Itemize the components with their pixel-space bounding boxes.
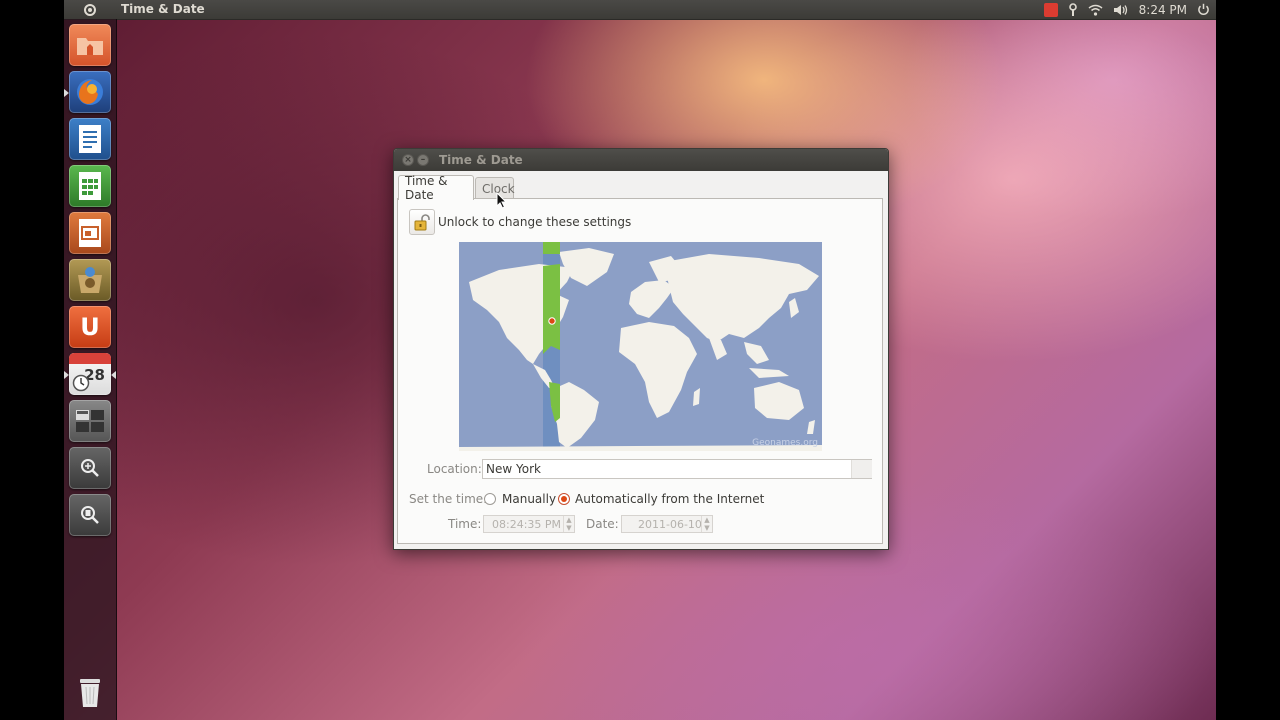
close-window-button[interactable]: ×: [402, 154, 414, 166]
time-spinner[interactable]: 08:24:35 PM ▲ ▼: [483, 515, 575, 533]
location-label: Location:: [427, 462, 482, 476]
unlock-button[interactable]: [409, 209, 435, 235]
tab-clock[interactable]: Clock: [475, 177, 515, 199]
window-title: Time & Date: [439, 153, 523, 167]
window-titlebar[interactable]: × – Time & Date: [394, 149, 888, 171]
time-value: 08:24:35 PM: [492, 518, 562, 531]
map-credit: Geonames.org: [752, 438, 818, 448]
tab-time-and-date[interactable]: Time & Date: [398, 174, 474, 202]
lock-icon: [414, 213, 430, 230]
volume-icon[interactable]: [1113, 4, 1129, 16]
ubuntu-logo-icon: [84, 3, 96, 16]
home-folder-icon[interactable]: [69, 24, 111, 66]
manually-radio[interactable]: [484, 493, 496, 505]
mouse-cursor-icon: [496, 192, 507, 209]
indicator-area: 8:24 PM: [1043, 0, 1210, 19]
location-field[interactable]: New York: [482, 459, 872, 479]
set-time-label: Set the time:: [409, 492, 488, 506]
ubuntu-one-icon[interactable]: U: [69, 306, 111, 348]
unlock-label: Unlock to change these settings: [438, 215, 632, 229]
date-spinner[interactable]: 2011-06-10 ▲ ▼: [621, 515, 713, 533]
desktop: Time & Date 8:24 PM U 28 × – Time & Date…: [64, 0, 1216, 720]
libreoffice-impress-icon[interactable]: [69, 212, 111, 254]
date-label: Date:: [586, 517, 619, 531]
date-spinner-arrows-icon[interactable]: ▲ ▼: [701, 516, 712, 532]
software-center-icon[interactable]: [69, 259, 111, 301]
dash-home-button[interactable]: [64, 0, 116, 19]
notification-indicator-icon[interactable]: [1043, 2, 1058, 17]
automatic-radio-label[interactable]: Automatically from the Internet: [575, 492, 764, 506]
time-and-date-icon[interactable]: 28: [69, 353, 111, 395]
automatic-radio[interactable]: [558, 493, 570, 505]
date-value: 2011-06-10: [638, 518, 702, 531]
active-window-title: Time & Date: [121, 2, 205, 16]
time-spinner-arrows-icon[interactable]: ▲ ▼: [563, 516, 574, 532]
launcher: U 28: [64, 19, 117, 720]
time-label: Time:: [448, 517, 482, 531]
applications-lens-icon[interactable]: [69, 447, 111, 489]
location-dropdown-icon[interactable]: [851, 460, 872, 478]
files-lens-icon[interactable]: [69, 494, 111, 536]
focused-indicator: [111, 371, 116, 379]
trash-icon[interactable]: [69, 671, 111, 713]
workspace-switcher-icon[interactable]: [69, 400, 111, 442]
timezone-map[interactable]: Geonames.org: [459, 242, 822, 451]
libreoffice-calc-icon[interactable]: [69, 165, 111, 207]
manually-radio-label[interactable]: Manually: [502, 492, 556, 506]
time-and-date-dialog: × – Time & Date Time & Date Clock Unlock…: [393, 148, 889, 550]
minimize-window-button[interactable]: –: [417, 154, 429, 166]
firefox-icon[interactable]: [69, 71, 111, 113]
world-map-graphic: [459, 242, 822, 451]
time-and-date-pane: Unlock to change these settings Geonames…: [397, 198, 883, 544]
network-wifi-icon[interactable]: [1088, 4, 1103, 16]
clock-indicator[interactable]: 8:24 PM: [1139, 3, 1187, 17]
keyring-indicator-icon[interactable]: [1068, 2, 1078, 17]
top-panel: Time & Date 8:24 PM: [64, 0, 1216, 20]
power-icon[interactable]: [1197, 3, 1210, 16]
libreoffice-writer-icon[interactable]: [69, 118, 111, 160]
